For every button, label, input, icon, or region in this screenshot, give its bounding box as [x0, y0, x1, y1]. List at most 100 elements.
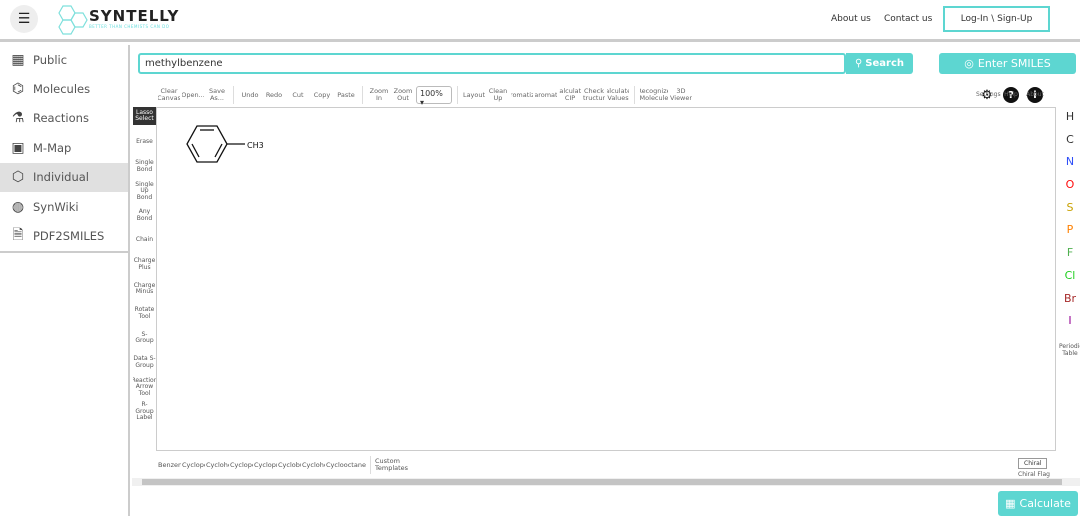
drawing-canvas[interactable]: CH3: [156, 107, 1056, 451]
calculate-cip-button[interactable]: Calculate CIP: [559, 86, 581, 104]
layout-button[interactable]: Layout: [463, 86, 485, 104]
divider: [634, 86, 635, 104]
atom-cl[interactable]: Cl: [1060, 269, 1080, 292]
dearomatize-button[interactable]: Dearomatize: [535, 86, 557, 104]
save-as-button[interactable]: Save As...: [206, 86, 228, 104]
about-link[interactable]: About us: [831, 14, 871, 24]
lasso-select-tool[interactable]: Lasso Select: [133, 107, 156, 125]
redo-button[interactable]: Redo: [263, 86, 285, 104]
template-cyclopropane[interactable]: Cyclopropane: [254, 457, 277, 473]
atom-o[interactable]: O: [1060, 178, 1080, 201]
template-benzene[interactable]: Benzene: [158, 457, 181, 473]
about-button[interactable]: i About: [1024, 87, 1046, 103]
erase-tool[interactable]: Erase: [133, 130, 156, 155]
menu-button[interactable]: ☰: [10, 5, 38, 33]
sidebar-item-synwiki[interactable]: ◍ SynWiki: [0, 192, 128, 221]
header: ☰ SYNTELLY BETTER THAN CHEMISTS CAN DO A…: [0, 0, 1080, 42]
charge-plus-tool[interactable]: Charge Plus: [133, 253, 156, 278]
editor-toolbar: Clear Canvas Open... Save As... Undo Red…: [158, 85, 692, 107]
atom-n[interactable]: N: [1060, 155, 1080, 178]
sidebar-item-molecules[interactable]: ⌬ Molecules: [0, 74, 128, 103]
chain-tool[interactable]: Chain: [133, 228, 156, 253]
scrollbar-thumb[interactable]: [142, 479, 1062, 485]
rotate-tool[interactable]: Rotate Tool: [133, 302, 156, 327]
check-structure-button[interactable]: Check Structure: [583, 86, 605, 104]
divider: [233, 86, 234, 104]
sidebar-item-individual[interactable]: ⬡ Individual: [0, 162, 128, 192]
sidebar-item-public[interactable]: ▦ Public: [0, 45, 128, 74]
cut-button[interactable]: Cut: [287, 86, 309, 104]
atom-c[interactable]: C: [1060, 133, 1080, 156]
help-button[interactable]: ? Help: [1000, 87, 1022, 103]
calculated-values-button[interactable]: Calculated Values: [607, 86, 629, 104]
hexagon-icon: ⬡: [11, 169, 25, 186]
about-label: About: [1026, 91, 1044, 98]
database-icon: ▦: [11, 51, 25, 68]
settings-button[interactable]: ⚙ Settings: [976, 87, 1001, 103]
zoom-out-button[interactable]: Zoom Out: [392, 86, 414, 104]
settings-label: Settings: [976, 91, 1001, 98]
recognize-molecule-button[interactable]: Recognize Molecule: [640, 86, 668, 104]
template-cyclopentadiene[interactable]: Cyclopentadiene: [182, 457, 205, 473]
methyl-label: CH3: [247, 141, 264, 150]
sidebar: ▦ Public ⌬ Molecules ⚗ Reactions ▣ M-Map ⬡ In…: [0, 45, 130, 516]
zoom-select[interactable]: 100% ▾: [416, 86, 452, 107]
login-button[interactable]: Log-In \ Sign-Up: [943, 6, 1050, 32]
undo-button[interactable]: Undo: [239, 86, 261, 104]
data-s-group-tool[interactable]: Data S-Group: [133, 351, 156, 376]
search-button[interactable]: ⚲ Search: [846, 53, 913, 74]
chevron-down-icon: ▾: [420, 98, 425, 107]
paste-button[interactable]: Paste: [335, 86, 357, 104]
open-button[interactable]: Open...: [182, 86, 204, 104]
chiral-button[interactable]: Chiral: [1018, 458, 1048, 469]
sidebar-item-m-map[interactable]: ▣ M-Map: [0, 133, 128, 162]
atom-h[interactable]: H: [1060, 110, 1080, 133]
r-group-label-tool[interactable]: R-Group Label: [133, 400, 156, 425]
molecule-structure[interactable]: CH3: [175, 120, 295, 190]
atom-f[interactable]: F: [1060, 246, 1080, 269]
template-cyclobutane[interactable]: Cyclobutane: [278, 457, 301, 473]
horizontal-scrollbar[interactable]: [132, 478, 1080, 486]
search-icon: ⚲: [854, 58, 863, 69]
check-circle-icon: ◎: [964, 57, 974, 70]
single-bond-tool[interactable]: Single Bond: [133, 155, 156, 180]
copy-button[interactable]: Copy: [311, 86, 333, 104]
charge-minus-tool[interactable]: Charge Minus: [133, 277, 156, 302]
divider: [457, 86, 458, 104]
search-input[interactable]: methylbenzene: [138, 53, 846, 74]
3d-viewer-button[interactable]: 3D Viewer: [670, 86, 692, 104]
divider: [362, 86, 363, 104]
flask-icon: ⚗: [11, 110, 25, 127]
brand-tagline: BETTER THAN CHEMISTS CAN DO: [89, 24, 170, 29]
single-up-bond-tool[interactable]: Single Up Bond: [133, 179, 156, 204]
template-cycloheptane[interactable]: Cycloheptane: [302, 457, 325, 473]
periodic-table-button[interactable]: Periodic Table: [1059, 343, 1080, 357]
any-bond-tool[interactable]: Any Bond: [133, 204, 156, 229]
template-cyclooctane[interactable]: Cyclooctane: [326, 457, 366, 473]
divider: [370, 456, 371, 474]
template-cyclohexane[interactable]: Cyclohexane: [206, 457, 229, 473]
brand-name: SYNTELLY: [89, 7, 180, 25]
s-group-tool[interactable]: S-Group: [133, 326, 156, 351]
clean-up-button[interactable]: Clean Up: [487, 86, 509, 104]
custom-templates-button[interactable]: Custom Templates: [375, 457, 415, 473]
zoom-in-button[interactable]: Zoom In: [368, 86, 390, 104]
aromatize-button[interactable]: Aromatize: [511, 86, 533, 104]
atom-i[interactable]: I: [1060, 314, 1080, 337]
editor-right-toolbar: ⚙ Settings ? Help i About: [976, 87, 1046, 103]
clear-canvas-button[interactable]: Clear Canvas: [158, 86, 180, 104]
atom-p[interactable]: P: [1060, 223, 1080, 246]
divider: [0, 250, 128, 253]
sidebar-item-reactions[interactable]: ⚗ Reactions: [0, 104, 128, 133]
globe-icon: ◍: [11, 198, 25, 215]
help-label: Help: [1004, 91, 1018, 98]
template-cyclopentane[interactable]: Cyclopentane: [230, 457, 253, 473]
sidebar-item-pdf2smiles[interactable]: 🗎 PDF2SMILES: [0, 221, 128, 250]
atom-br[interactable]: Br: [1060, 292, 1080, 315]
reaction-arrow-tool[interactable]: Reaction Arrow Tool: [133, 375, 156, 400]
enter-smiles-button[interactable]: ◎ Enter SMILES: [939, 53, 1076, 74]
calculate-button[interactable]: ▦ Calculate: [998, 491, 1078, 516]
atom-s[interactable]: S: [1060, 201, 1080, 224]
map-icon: ▣: [11, 139, 25, 156]
contact-link[interactable]: Contact us: [884, 14, 932, 24]
